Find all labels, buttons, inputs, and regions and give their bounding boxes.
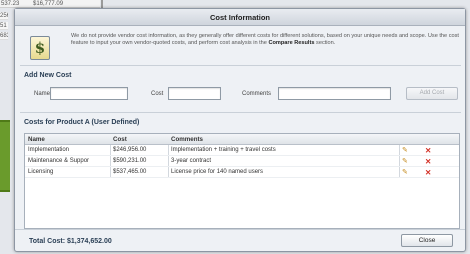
table-row[interactable]: Maintenance & Suppor $590,231.00 3-year … <box>25 156 459 167</box>
costs-section: Costs for Product A (User Defined) Name … <box>20 112 461 229</box>
close-button[interactable]: Close <box>401 234 453 247</box>
add-cost-button[interactable]: Add Cost <box>406 87 458 100</box>
name-input[interactable] <box>50 87 128 100</box>
comments-input[interactable] <box>278 87 391 100</box>
row-name: Maintenance & Suppor <box>28 158 90 164</box>
row-comments: 3-year contract <box>171 158 212 164</box>
dialog-footer: Total Cost: $1,374,652.00 Close <box>15 229 465 251</box>
compare-results-link[interactable]: Compare Results <box>268 40 314 46</box>
background-cell: 51 <box>0 22 8 30</box>
column-header-comments[interactable]: Comments <box>171 134 401 145</box>
pencil-icon[interactable]: ✎ <box>402 167 414 178</box>
background-cell: 256 <box>0 12 8 20</box>
cost-label: Cost <box>151 91 164 97</box>
column-header-name[interactable]: Name <box>28 134 108 145</box>
name-label: Name <box>34 91 51 97</box>
add-new-cost-section: Add New Cost Name Cost Comments Add Cost <box>20 65 461 115</box>
background-value: $16,777.09 <box>33 1 64 7</box>
delete-icon[interactable]: ✕ <box>425 167 437 178</box>
background-value: 537.23 <box>1 1 20 7</box>
info-body: We do not provide vendor cost informatio… <box>71 33 459 47</box>
row-comments: License price for 140 named users <box>171 169 264 175</box>
cost-information-dialog: Cost Information $ We do not provide ven… <box>14 8 466 252</box>
info-text: We do not provide vendor cost informatio… <box>71 33 463 48</box>
table-row[interactable]: Implementation $246,956.00 Implementatio… <box>25 145 459 156</box>
pencil-icon[interactable]: ✎ <box>402 145 414 156</box>
row-name: Licensing <box>28 169 54 175</box>
dialog-title: Cost Information <box>15 9 465 26</box>
total-cost: Total Cost: $1,374,652.00 <box>29 238 112 245</box>
delete-icon[interactable]: ✕ <box>425 156 437 167</box>
cost-input[interactable] <box>168 87 221 100</box>
info-panel: $ We do not provide vendor cost informat… <box>25 31 463 65</box>
table-row[interactable]: Licensing $537,465.00 License price for … <box>25 167 459 178</box>
costs-table: Name Cost Comments Implementation $246,9… <box>24 133 460 229</box>
row-cost: $590,231.00 <box>113 158 147 164</box>
row-cost: $246,956.00 <box>113 147 147 153</box>
background-cell: 683 <box>0 32 8 40</box>
background-value-strip: 537.23 $16,777.09 <box>0 0 100 8</box>
table-header: Name Cost Comments <box>25 134 459 145</box>
comments-label: Comments <box>242 91 272 97</box>
row-comments: Implementation + training + travel costs <box>171 147 276 153</box>
row-name: Implementation <box>28 147 70 153</box>
add-new-cost-title: Add New Cost <box>24 72 72 79</box>
costs-title: Costs for Product A (User Defined) <box>24 119 140 126</box>
pencil-icon[interactable]: ✎ <box>402 156 414 167</box>
row-cost: $537,465.00 <box>113 169 147 175</box>
info-suffix: section. <box>316 40 336 47</box>
background-green-panel <box>0 120 10 192</box>
column-header-cost[interactable]: Cost <box>113 134 168 145</box>
dollar-sign-icon: $ <box>30 36 50 60</box>
delete-icon[interactable]: ✕ <box>425 145 437 156</box>
